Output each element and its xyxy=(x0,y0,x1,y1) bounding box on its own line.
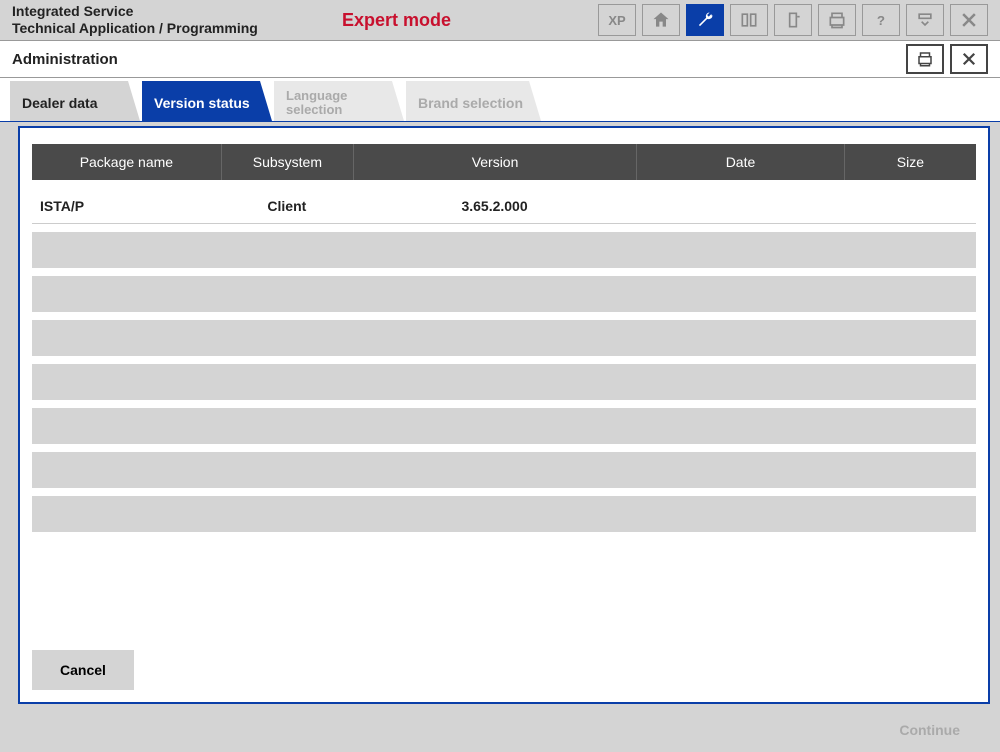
help-button[interactable]: ? xyxy=(862,4,900,36)
close-button-top[interactable] xyxy=(950,4,988,36)
wrench-icon xyxy=(695,10,715,30)
cell-version: 3.65.2.000 xyxy=(353,188,636,224)
button-row: Cancel xyxy=(20,642,988,702)
continue-button: Continue xyxy=(871,712,988,748)
tab-label: Brand selection xyxy=(418,95,523,111)
col-header-subsystem[interactable]: Subsystem xyxy=(221,144,353,180)
panels-button[interactable] xyxy=(730,4,768,36)
close-button[interactable] xyxy=(950,44,988,74)
sub-header: Administration xyxy=(0,40,1000,78)
cell-date xyxy=(636,188,844,224)
print-icon xyxy=(916,50,934,68)
print-button[interactable] xyxy=(906,44,944,74)
table-row-empty xyxy=(32,496,976,532)
panels-icon xyxy=(739,10,759,30)
wrench-button[interactable] xyxy=(686,4,724,36)
dropdown-icon xyxy=(915,10,935,30)
table-row-empty xyxy=(32,452,976,488)
col-header-package[interactable]: Package name xyxy=(32,144,221,180)
version-table: Package name Subsystem Version Date Size… xyxy=(32,136,976,540)
app-title-line2: Technical Application / Programming xyxy=(12,20,332,37)
table-row-empty xyxy=(32,232,976,268)
xp-button[interactable]: XP xyxy=(598,4,636,36)
print-button-top[interactable] xyxy=(818,4,856,36)
table-row-empty xyxy=(32,276,976,312)
col-header-size[interactable]: Size xyxy=(844,144,976,180)
tab-label: Language selection xyxy=(286,89,347,118)
table-row[interactable]: ISTA/PClient3.65.2.000 xyxy=(32,188,976,224)
tab-row: Dealer data Version status Language sele… xyxy=(0,78,1000,122)
mode-label: Expert mode xyxy=(342,10,502,31)
sub-header-actions xyxy=(906,44,988,74)
app-title: Integrated Service Technical Application… xyxy=(12,3,332,37)
home-button[interactable] xyxy=(642,4,680,36)
table-row-empty xyxy=(32,408,976,444)
cell-subsystem: Client xyxy=(221,188,353,224)
device-icon xyxy=(783,10,803,30)
footer: Continue xyxy=(0,708,1000,752)
table-header-row: Package name Subsystem Version Date Size xyxy=(32,144,976,180)
dropdown-button[interactable] xyxy=(906,4,944,36)
tab-version-status[interactable]: Version status xyxy=(142,81,272,121)
tab-language-selection[interactable]: Language selection xyxy=(274,81,404,121)
device-button[interactable] xyxy=(774,4,812,36)
tab-dealer-data[interactable]: Dealer data xyxy=(10,81,140,121)
tab-label: Dealer data xyxy=(22,95,97,111)
col-header-version[interactable]: Version xyxy=(353,144,636,180)
svg-text:?: ? xyxy=(877,13,885,28)
tab-brand-selection[interactable]: Brand selection xyxy=(406,81,541,121)
print-icon xyxy=(827,10,847,30)
app-header: Integrated Service Technical Application… xyxy=(0,0,1000,40)
close-icon xyxy=(959,10,979,30)
app-title-line1: Integrated Service xyxy=(12,3,332,20)
table-row-empty xyxy=(32,364,976,400)
help-icon: ? xyxy=(871,10,891,30)
home-icon xyxy=(651,10,671,30)
toolbar: XP ? xyxy=(598,4,988,36)
table-body: ISTA/PClient3.65.2.000 xyxy=(32,188,976,532)
content-frame: Package name Subsystem Version Date Size… xyxy=(18,126,990,704)
cell-package: ISTA/P xyxy=(32,188,221,224)
cancel-button[interactable]: Cancel xyxy=(32,650,134,690)
tab-label: Version status xyxy=(154,95,250,111)
page-title: Administration xyxy=(12,51,118,68)
cell-size xyxy=(844,188,976,224)
col-header-date[interactable]: Date xyxy=(636,144,844,180)
close-icon xyxy=(960,50,978,68)
version-table-wrap: Package name Subsystem Version Date Size… xyxy=(20,128,988,642)
table-row-empty xyxy=(32,320,976,356)
